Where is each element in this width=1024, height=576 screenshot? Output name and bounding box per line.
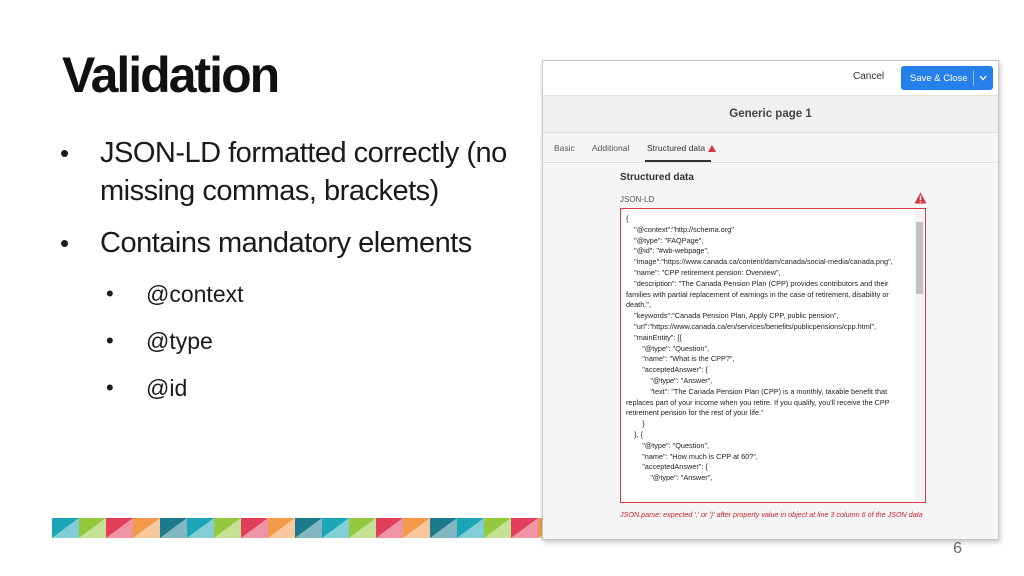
- textarea-scrollbar[interactable]: [915, 210, 924, 501]
- editor-screenshot: Cancel Save & Close Generic page 1 Basic…: [542, 60, 999, 540]
- scrollbar-thumb[interactable]: [916, 222, 923, 294]
- tab-structured-data-label: Structured data: [647, 143, 706, 153]
- active-tab-indicator: [645, 160, 711, 162]
- warning-icon: [708, 145, 717, 152]
- save-close-button[interactable]: Save & Close: [901, 66, 993, 90]
- bullet-list: JSON-LD formatted correctly (no missing …: [60, 134, 540, 276]
- page-heading: Generic page 1: [543, 96, 998, 133]
- alert-icon: [914, 192, 927, 204]
- json-ld-textarea[interactable]: { "@context":"http://schema.org" "@type"…: [620, 208, 926, 503]
- structured-data-panel: Structured data JSON-LD { "@context":"ht…: [543, 164, 998, 539]
- sub-bullet-type: @type: [106, 325, 244, 357]
- cancel-button[interactable]: Cancel: [853, 71, 884, 82]
- json-error-message: JSON.parse: expected ',' or '}' after pr…: [620, 510, 923, 519]
- sub-bullet-id: @id: [106, 372, 244, 404]
- bullet-json-ld-format: JSON-LD formatted correctly (no missing …: [60, 134, 540, 210]
- tab-structured-data[interactable]: Structured data: [647, 143, 717, 153]
- decorative-stripe: [52, 518, 542, 538]
- button-separator: [973, 70, 974, 86]
- slide-title: Validation: [62, 47, 280, 103]
- sub-bullet-context: @context: [106, 278, 244, 310]
- tab-bar: Basic Additional Structured data: [543, 133, 998, 163]
- section-title: Structured data: [620, 172, 694, 183]
- sub-bullet-list: @context @type @id: [106, 278, 244, 419]
- editor-toolbar: Cancel Save & Close: [543, 61, 998, 96]
- tab-basic[interactable]: Basic: [554, 143, 575, 153]
- chevron-down-icon[interactable]: [979, 75, 987, 81]
- json-ld-label: JSON-LD: [620, 195, 655, 204]
- json-ld-value: { "@context":"http://schema.org" "@type"…: [626, 214, 893, 483]
- save-close-label: Save & Close: [910, 72, 968, 84]
- bullet-mandatory-elements: Contains mandatory elements: [60, 224, 540, 262]
- page-number: 6: [953, 540, 962, 557]
- tab-additional[interactable]: Additional: [592, 143, 629, 153]
